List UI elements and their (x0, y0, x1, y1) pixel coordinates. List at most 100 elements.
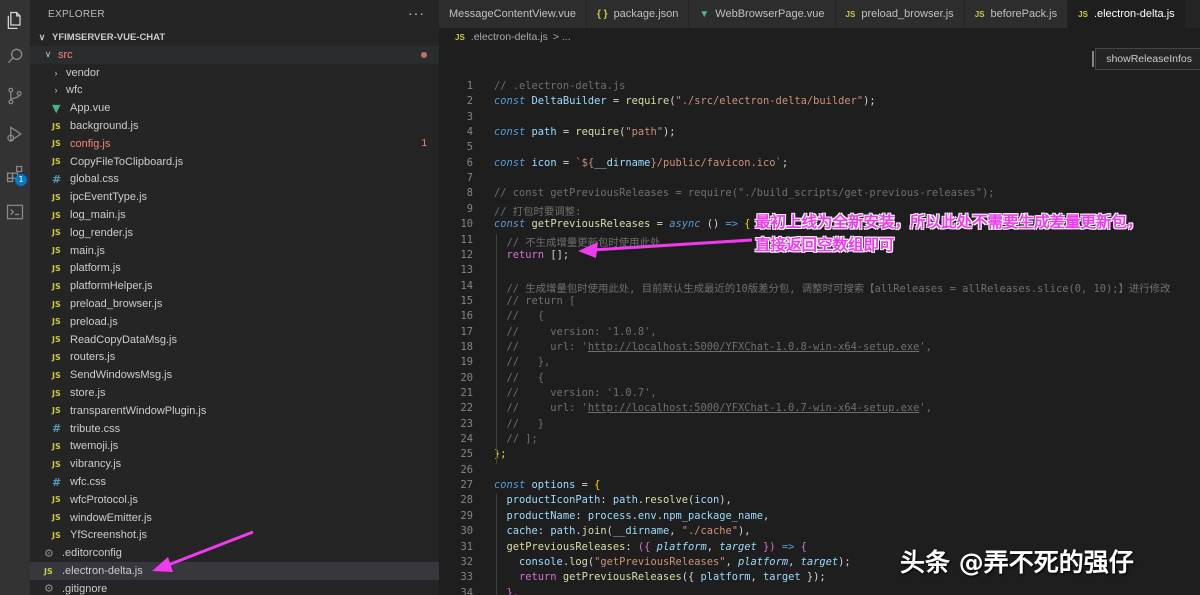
line-number: 6 (466, 156, 473, 169)
file-tree-item[interactable]: JS .electron-delta.js (30, 562, 439, 580)
file-tree-item[interactable]: JS wfcProtocol.js (30, 491, 439, 509)
editor-tab[interactable]: JS .electron-delta.js (1068, 0, 1186, 28)
line-number: 24 (460, 433, 473, 446)
file-tree-item[interactable]: # global.css (30, 171, 439, 189)
file-tree-item[interactable]: # wfc.css (30, 473, 439, 491)
file-tree-item-label: platform.js (70, 262, 121, 275)
line-number: 7 (466, 172, 473, 185)
file-tree-item[interactable]: JS vibrancy.js (30, 455, 439, 473)
file-tree-item[interactable]: JS routers.js (30, 349, 439, 367)
file-tree-item-label: config.js (70, 137, 111, 150)
terminal-icon[interactable] (0, 194, 30, 230)
js-file-icon: JS (52, 388, 61, 398)
file-tree-item-label: wfc.css (70, 476, 107, 489)
search-icon[interactable] (0, 38, 30, 74)
file-tree-item-label: log_main.js (70, 209, 126, 222)
file-tree-item[interactable]: JS config.js 1 (30, 135, 439, 153)
file-tree-item[interactable]: JS store.js (30, 384, 439, 402)
more-actions-icon[interactable]: ··· (408, 5, 425, 21)
line-number: 5 (466, 141, 473, 154)
file-tree-item[interactable]: › wfc (30, 82, 439, 100)
extensions-icon[interactable]: 1 (0, 156, 30, 192)
chevron-down-icon: ∨ (44, 49, 52, 60)
source-control-icon[interactable] (0, 78, 30, 114)
file-tree-item-label: .gitignore (62, 582, 108, 595)
run-debug-icon[interactable] (0, 116, 30, 152)
line-number: 27 (460, 479, 473, 492)
file-tree-item[interactable]: JS ipcEventType.js (30, 188, 439, 206)
file-tree-item[interactable]: JS SendWindowsMsg.js (30, 366, 439, 384)
editor-tab[interactable]: MessageContentView.vue (439, 0, 587, 28)
file-tree-item[interactable]: JS windowEmitter.js (30, 509, 439, 527)
explorer-title: EXPLORER (48, 8, 105, 20)
code-line: const icon = `${__dirname}/public/favico… (494, 156, 789, 169)
breadcrumb-rest[interactable]: > ... (553, 31, 571, 43)
css-file-icon: # (52, 475, 62, 489)
line-number: 2 (466, 95, 473, 108)
file-tree-item-label: ipcEventType.js (70, 191, 148, 204)
code-line: return getPreviousReleases({ platform, t… (519, 571, 826, 584)
line-number: 15 (460, 294, 473, 307)
file-tree-item[interactable]: JS ReadCopyDataMsg.js (30, 331, 439, 349)
extensions-badge: 1 (15, 174, 27, 186)
file-tree-item[interactable]: JS main.js (30, 242, 439, 260)
editor-tab[interactable]: JS beforePack.js (964, 0, 1069, 28)
file-tree-item[interactable]: JS platform.js (30, 260, 439, 278)
breadcrumb-file[interactable]: .electron-delta.js (471, 31, 548, 43)
file-tree-item-label: twemoji.js (70, 440, 119, 453)
file-tree-item[interactable]: › vendor (30, 64, 439, 82)
file-tree-item[interactable]: JS CopyFileToClipboard.js (30, 153, 439, 171)
file-tree-item-label: global.css (70, 173, 119, 186)
line-number: 33 (460, 571, 473, 584)
file-tree-item[interactable]: ⚙ .gitignore (30, 580, 439, 595)
vue-file-icon: ▼ (699, 8, 710, 20)
js-file-icon: JS (52, 370, 61, 380)
editor-area: MessageContentView.vue { } package.json ▼ We… (439, 0, 1200, 595)
editor-tab[interactable]: JS preload_browser.js (835, 0, 965, 28)
breadcrumb: JS .electron-delta.js > ... (439, 28, 1200, 46)
file-tree-item[interactable]: JS transparentWindowPlugin.js (30, 402, 439, 420)
code-line: // version: '1.0.7', (494, 387, 657, 399)
file-tree-item[interactable]: # tribute.css (30, 420, 439, 438)
line-number: 22 (460, 402, 473, 415)
file-tree-item[interactable]: JS twemoji.js (30, 438, 439, 456)
line-number: 26 (460, 463, 473, 476)
outline-bar (1092, 51, 1095, 67)
file-tree-item[interactable]: JS log_render.js (30, 224, 439, 242)
explorer-sidebar: EXPLORER ··· ∨ YFIMSERVER-VUE-CHAT ∨ src ›… (30, 0, 439, 595)
line-number: 23 (460, 417, 473, 430)
line-number: 8 (466, 187, 473, 200)
file-tree-item[interactable]: JS YfScreenshot.js (30, 527, 439, 545)
line-number: 32 (460, 555, 473, 568)
show-release-infos-button[interactable]: showReleaseInfos (1092, 48, 1200, 70)
line-number: 20 (460, 371, 473, 384)
editor-tab[interactable]: ▼ WebBrowserPage.vue (689, 0, 836, 28)
file-tree-item[interactable]: ⚙ .editorconfig (30, 544, 439, 562)
editor-tab[interactable]: { } package.json (587, 0, 690, 28)
file-tree-item[interactable]: JS preload.js (30, 313, 439, 331)
code-line: // { (494, 371, 545, 384)
file-tree-item[interactable]: JS background.js (30, 117, 439, 135)
code-line: const options = { (494, 479, 601, 492)
code-line: // .electron-delta.js (494, 80, 626, 92)
file-tree-item[interactable]: JS platformHelper.js (30, 277, 439, 295)
js-file-icon: JS (52, 352, 61, 362)
line-number: 12 (460, 248, 473, 261)
editor-tab-label: MessageContentView.vue (449, 8, 576, 20)
show-release-infos-label: showReleaseInfos (1106, 53, 1192, 65)
file-tree-item[interactable]: JS preload_browser.js (30, 295, 439, 313)
code-line: // ]; (494, 433, 538, 446)
js-file-icon: JS (52, 459, 61, 469)
project-header[interactable]: ∨ YFIMSERVER-VUE-CHAT (30, 28, 439, 46)
file-tree-item[interactable]: ▼ App.vue (30, 99, 439, 117)
code-line: productIconPath: path.resolve(icon), (494, 494, 732, 507)
line-number: 9 (466, 202, 473, 215)
code-line: }, (494, 586, 520, 595)
js-file-icon: JS (52, 299, 61, 309)
file-tree-item[interactable]: ∨ src (30, 46, 439, 64)
file-tree-item[interactable]: JS log_main.js (30, 206, 439, 224)
explorer-icon[interactable] (0, 2, 30, 38)
js-file-icon: JS (52, 228, 61, 238)
code-line: console.log("getPreviousReleases", platf… (494, 555, 851, 568)
problem-count-badge: 1 (421, 138, 427, 150)
